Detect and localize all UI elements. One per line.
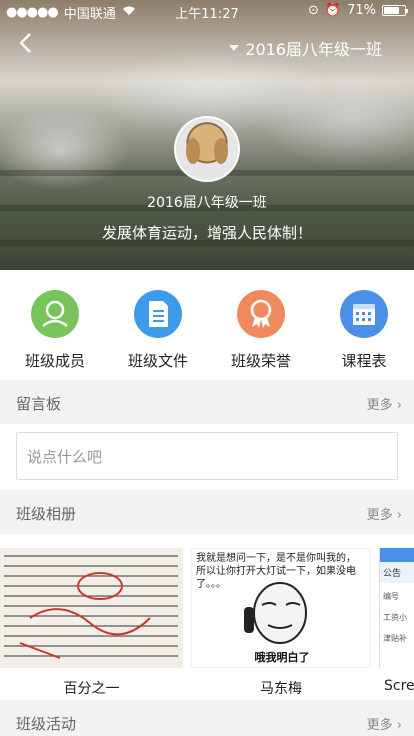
album-caption: Scre bbox=[384, 678, 414, 694]
screenshot-label-4: 津贴补 bbox=[383, 634, 407, 643]
meme-face-illustration bbox=[244, 582, 307, 644]
files-label: 班级文件 bbox=[127, 352, 188, 370]
class-switcher[interactable]: 2016届八年级一班 bbox=[229, 36, 382, 60]
album-more-link[interactable]: 更多 › bbox=[367, 504, 402, 523]
document-icon bbox=[134, 290, 182, 338]
honors-label: 班级荣誉 bbox=[230, 352, 291, 370]
screenshot-label-1: 公告 bbox=[380, 562, 414, 583]
members-label: 班级成员 bbox=[24, 352, 85, 370]
alarm-icon: ⏰ bbox=[324, 3, 342, 18]
files-button[interactable]: 班级文件 bbox=[108, 290, 208, 371]
members-button[interactable]: 班级成员 bbox=[5, 290, 105, 371]
dog-ear bbox=[186, 138, 200, 164]
album-title: 班级相册 bbox=[16, 505, 77, 523]
album-photo-screenshot[interactable]: 公告 编号 工资小 津贴补 bbox=[379, 548, 414, 668]
class-cover-banner: ●●●●● 中国联通 上午11:27 ⊙ ⏰ 71% 2016届八年级一班 20… bbox=[0, 0, 414, 270]
navigation-bar: 2016届八年级一班 bbox=[0, 22, 414, 70]
battery-percent: 71% bbox=[347, 3, 376, 18]
award-ribbon-icon bbox=[237, 290, 285, 338]
nav-title-text: 2016届八年级一班 bbox=[245, 40, 382, 59]
screenshot-label-3: 工资小 bbox=[383, 613, 407, 622]
orientation-lock-icon: ⊙ bbox=[308, 3, 319, 18]
function-grid: 班级成员 班级文件 班级荣誉 课程表 bbox=[0, 270, 414, 380]
message-board-more-link[interactable]: 更多 › bbox=[367, 394, 402, 413]
honors-button[interactable]: 班级荣誉 bbox=[211, 290, 311, 371]
album-header: 班级相册 更多 › bbox=[0, 490, 414, 534]
class-avatar[interactable] bbox=[174, 116, 240, 182]
chevron-left-icon bbox=[19, 33, 31, 53]
more-label: 更多 bbox=[366, 508, 393, 523]
calendar-icon bbox=[340, 290, 388, 338]
schedule-button[interactable]: 课程表 bbox=[314, 290, 414, 371]
meme-bottom-text: 哦我明白了 bbox=[254, 651, 310, 664]
message-board-header: 留言板 更多 › bbox=[0, 380, 414, 424]
activity-more-link[interactable]: 更多 › bbox=[367, 714, 402, 733]
chevron-right-icon: › bbox=[396, 398, 402, 413]
activity-title: 班级活动 bbox=[16, 715, 77, 733]
message-board-area: 说点什么吧 bbox=[0, 424, 414, 490]
more-label: 更多 bbox=[366, 398, 393, 413]
album-caption: 百分之一 bbox=[63, 681, 120, 697]
album-photo-meme[interactable]: 我就是想问一下，是不是你叫我的， 所以让你打开大灯试一下，如果没电了。。。 哦我… bbox=[191, 548, 371, 668]
screenshot-header bbox=[380, 548, 414, 562]
members-icon bbox=[31, 290, 79, 338]
battery-icon bbox=[382, 5, 408, 16]
dog-ear bbox=[214, 138, 228, 164]
album-caption: 马东梅 bbox=[260, 681, 302, 697]
class-name: 2016届八年级一班 bbox=[147, 195, 267, 211]
class-motto: 发展体育运动，增强人民体制！ bbox=[101, 224, 312, 242]
caret-down-icon bbox=[229, 45, 240, 51]
album-strip: 百分之一 我就是想问一下，是不是你叫我的， 所以让你打开大灯试一下，如果没电了。… bbox=[0, 534, 414, 700]
message-board-title: 留言板 bbox=[16, 395, 62, 413]
more-label: 更多 bbox=[366, 718, 393, 733]
screenshot-label-2: 编号 bbox=[383, 592, 399, 601]
status-bar: ●●●●● 中国联通 上午11:27 ⊙ ⏰ 71% bbox=[0, 0, 414, 22]
back-button[interactable] bbox=[18, 32, 32, 60]
chevron-right-icon: › bbox=[396, 508, 402, 523]
chevron-right-icon: › bbox=[396, 718, 402, 733]
schedule-label: 课程表 bbox=[341, 352, 387, 370]
activity-header: 班级活动 更多 › bbox=[0, 700, 414, 736]
album-photo-handwritten-page[interactable] bbox=[0, 548, 183, 668]
message-input[interactable]: 说点什么吧 bbox=[16, 432, 398, 480]
